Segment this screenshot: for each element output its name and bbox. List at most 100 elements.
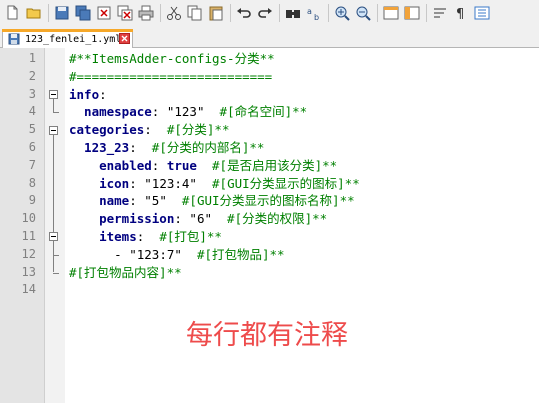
code-line[interactable]: 2 #========================== <box>0 68 539 86</box>
code-line[interactable]: 11 items: #[打包]** <box>0 228 539 246</box>
save-all-icon <box>75 5 91 21</box>
svg-text:¶: ¶ <box>456 7 464 22</box>
paste-icon <box>209 6 223 21</box>
cut-button[interactable] <box>165 4 183 22</box>
code-token: "6" <box>189 211 212 227</box>
svg-text:b: b <box>314 13 319 22</box>
line-number: 7 <box>28 157 36 172</box>
tab-bar: 123_fenlei_1.yml <box>0 26 539 48</box>
save-icon <box>55 6 69 20</box>
save-all-button[interactable] <box>74 4 92 22</box>
code-line[interactable]: 1 #**ItemsAdder-configs-分类** <box>0 50 539 68</box>
code-key: true <box>166 157 197 173</box>
copy-icon <box>187 5 202 21</box>
code-line[interactable]: 9 name: "5" #[GUI分类显示的图标名称]** <box>0 192 539 210</box>
open-file-button[interactable] <box>25 4 43 22</box>
fold-line <box>53 99 54 113</box>
indent-guide-icon <box>474 6 490 20</box>
code-key: name <box>69 193 130 209</box>
redo-button[interactable] <box>256 4 274 22</box>
line-number: 3 <box>28 86 36 101</box>
code-token: : <box>129 140 152 155</box>
save-button[interactable] <box>53 4 71 22</box>
sync-v-icon <box>383 6 399 20</box>
word-wrap-icon <box>434 8 446 18</box>
find-button[interactable] <box>284 4 302 22</box>
line-number: 8 <box>28 175 36 190</box>
tab-close-icon[interactable] <box>119 33 130 44</box>
code-comment: #========================== <box>69 68 273 84</box>
code-text: name: "5" #[GUI分类显示的图标名称]** <box>69 192 355 210</box>
code-key: permission <box>69 211 175 227</box>
code-line[interactable]: 5 categories: #[分类]** <box>0 121 539 139</box>
code-line[interactable]: 14 <box>0 281 539 299</box>
code-token: : <box>136 229 160 244</box>
print-icon <box>138 5 154 21</box>
code-token: "123" <box>166 104 205 120</box>
code-text: 123_23: #[分类的内部名]** <box>69 139 264 157</box>
code-text: items: #[打包]** <box>69 228 222 246</box>
undo-button[interactable] <box>235 4 253 22</box>
toolbar-separator <box>377 4 378 22</box>
toolbar-separator <box>48 4 49 22</box>
code-text: categories: #[分类]** <box>69 121 229 139</box>
code-text: #========================== <box>69 68 272 86</box>
fold-toggle-icon[interactable] <box>49 125 58 135</box>
code-text: icon: "123:4" #[GUI分类显示的图标]** <box>69 175 360 193</box>
indent-guide-button[interactable] <box>473 4 491 22</box>
replace-button[interactable]: ab <box>305 4 323 22</box>
line-number: 6 <box>28 140 36 154</box>
zoom-out-icon <box>356 6 371 21</box>
print-button[interactable] <box>137 4 155 22</box>
zoom-in-button[interactable] <box>333 4 351 22</box>
line-number: 4 <box>28 104 36 119</box>
code-line[interactable]: 3 info: <box>0 86 539 104</box>
code-line[interactable]: 8 icon: "123:4" #[GUI分类显示的图标]** <box>0 175 539 193</box>
code-token: "123:4" <box>144 175 197 191</box>
word-wrap-button[interactable] <box>431 4 449 22</box>
tab-label: 123_fenlei_1.yml <box>25 33 122 45</box>
code-text: info: <box>69 86 107 104</box>
fold-toggle-icon[interactable] <box>49 232 58 242</box>
replace-icon: ab <box>307 7 319 22</box>
code-text: permission: "6" #[分类的权限]** <box>69 210 327 228</box>
zoom-out-button[interactable] <box>354 4 372 22</box>
code-token: : <box>151 104 167 120</box>
close-button[interactable] <box>95 4 113 22</box>
code-line[interactable]: 10 permission: "6" #[分类的权限]** <box>0 210 539 228</box>
annotation-text: 每行都有注释 <box>186 320 348 351</box>
code-line[interactable]: 13 #[打包物品内容]** <box>0 264 539 282</box>
close-all-icon <box>117 5 133 21</box>
close-all-button[interactable] <box>116 4 134 22</box>
code-token: : <box>174 211 190 227</box>
code-comment: #[分类]** <box>166 122 230 138</box>
line-number: 13 <box>21 264 36 279</box>
code-text: enabled: true #[是否启用该分类]** <box>69 157 337 175</box>
sync-h-button[interactable] <box>403 4 421 22</box>
code-key: 123_23 <box>69 140 130 155</box>
sync-v-button[interactable] <box>382 4 400 22</box>
code-comment: #[GUI分类显示的图标名称]** <box>166 193 355 209</box>
code-line[interactable]: 7 enabled: true #[是否启用该分类]** <box>0 157 539 175</box>
copy-button[interactable] <box>186 4 204 22</box>
code-token: : <box>144 122 167 138</box>
code-key: icon <box>69 175 130 191</box>
code-text: namespace: "123" #[命名空间]** <box>69 103 307 121</box>
code-key: categories <box>69 122 145 138</box>
new-file-button[interactable] <box>4 4 22 22</box>
code-text: - "123:7" #[打包物品]** <box>69 246 284 264</box>
code-line[interactable]: 4 namespace: "123" #[命名空间]** <box>0 103 539 121</box>
file-tab[interactable]: 123_fenlei_1.yml <box>2 29 133 48</box>
new-file-icon <box>7 5 18 20</box>
code-token: - <box>69 246 130 262</box>
code-line[interactable]: 6 123_23: #[分类的内部名]** <box>0 139 539 157</box>
line-number: 10 <box>21 211 36 226</box>
fold-end <box>53 254 59 256</box>
code-comment: #[是否启用该分类]** <box>196 157 338 173</box>
paste-button[interactable] <box>207 4 225 22</box>
code-line[interactable]: 12 - "123:7" #[打包物品]** <box>0 246 539 264</box>
code-text: #[打包物品内容]** <box>69 264 182 282</box>
fold-toggle-icon[interactable] <box>49 90 58 99</box>
close-icon <box>97 6 111 20</box>
show-all-chars-button[interactable]: ¶ <box>452 4 470 22</box>
